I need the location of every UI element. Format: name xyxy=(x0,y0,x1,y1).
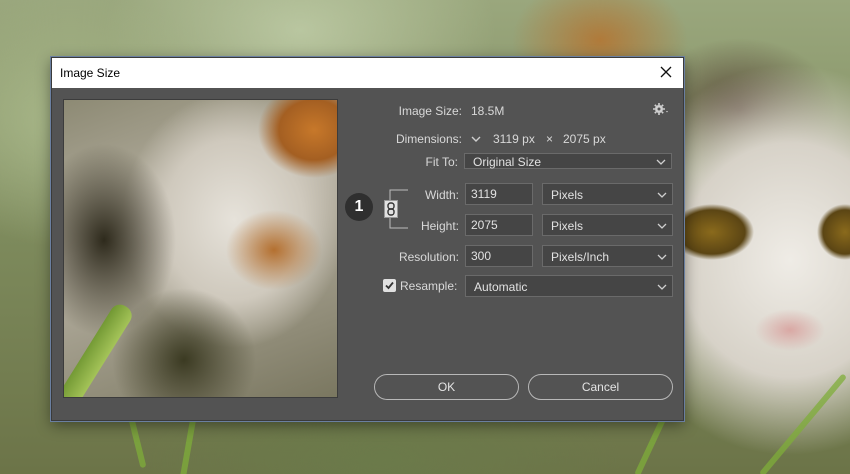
image-size-value: 18.5M xyxy=(471,104,505,118)
dimensions-times-sign: × xyxy=(546,132,554,146)
height-unit-value: Pixels xyxy=(551,219,584,233)
fit-to-select[interactable]: Original Size xyxy=(464,153,672,169)
width-label: Width: xyxy=(424,188,459,202)
width-unit-value: Pixels xyxy=(551,188,584,202)
cancel-button[interactable]: Cancel xyxy=(528,374,673,400)
chevron-down-icon[interactable] xyxy=(470,133,482,145)
fit-to-value: Original Size xyxy=(473,155,542,169)
resample-label: Resample: xyxy=(400,279,458,293)
close-icon[interactable] xyxy=(657,63,675,81)
dialog-title: Image Size xyxy=(60,66,121,80)
dimensions-label: Dimensions: xyxy=(395,132,462,146)
resample-value: Automatic xyxy=(474,280,528,294)
gear-icon[interactable] xyxy=(652,101,670,117)
dimensions-height-value: 2075 px xyxy=(563,132,606,146)
resolution-input[interactable]: 300 xyxy=(465,245,533,267)
height-input[interactable]: 2075 xyxy=(465,214,533,236)
ok-button[interactable]: OK xyxy=(374,374,519,400)
width-unit-select[interactable]: Pixels xyxy=(542,183,673,205)
chevron-down-icon xyxy=(657,251,667,261)
chevron-down-icon xyxy=(657,281,667,291)
preview-grass-blade xyxy=(64,300,136,397)
resample-checkbox[interactable] xyxy=(383,279,396,292)
chevron-down-icon xyxy=(656,156,666,166)
width-input[interactable]: 3119 xyxy=(465,183,533,205)
height-label: Height: xyxy=(420,219,459,233)
fit-to-label: Fit To: xyxy=(425,155,458,169)
image-preview[interactable] xyxy=(63,99,338,398)
height-unit-select[interactable]: Pixels xyxy=(542,214,673,236)
dimensions-width-value: 3119 px xyxy=(493,132,535,146)
link-icon[interactable] xyxy=(384,200,398,218)
resolution-label: Resolution: xyxy=(398,250,459,264)
step-badge: 1 xyxy=(345,193,373,221)
resolution-unit-value: Pixels/Inch xyxy=(551,250,610,264)
resolution-unit-select[interactable]: Pixels/Inch xyxy=(542,245,673,267)
resample-select[interactable]: Automatic xyxy=(465,275,673,297)
background-grass-blade xyxy=(758,373,848,474)
image-size-dialog: Image Size Image Size: 18.5M Dimensions:… xyxy=(51,57,684,421)
chevron-down-icon xyxy=(657,220,667,230)
image-size-label: Image Size: xyxy=(398,104,462,118)
chevron-down-icon xyxy=(657,189,667,199)
dialog-titlebar: Image Size xyxy=(52,58,683,88)
